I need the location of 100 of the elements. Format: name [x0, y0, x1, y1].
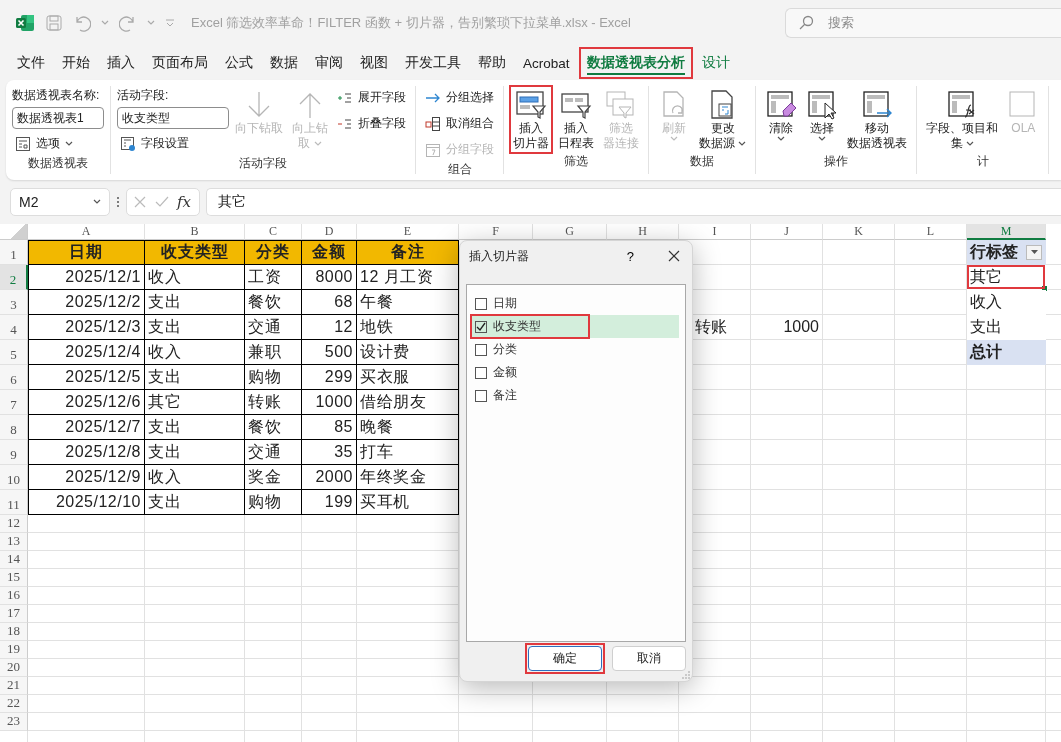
- column-header[interactable]: G: [533, 224, 607, 240]
- close-button[interactable]: [666, 248, 682, 264]
- header-cell: 收支类型: [145, 240, 245, 265]
- field-list-item[interactable]: 金额: [471, 361, 679, 384]
- table-cell: 支出: [145, 365, 245, 390]
- menu-tab[interactable]: Acrobat: [516, 51, 577, 75]
- column-header[interactable]: E: [357, 224, 459, 240]
- ribbon-button[interactable]: 分组选择: [422, 86, 497, 109]
- row-header[interactable]: 18: [0, 623, 28, 641]
- menu-tab[interactable]: 帮助: [471, 50, 513, 76]
- insert-function-button[interactable]: fx: [177, 193, 191, 211]
- chevron-down-icon: [670, 136, 678, 142]
- table-cell: 晚餐: [357, 415, 459, 440]
- ribbon-button[interactable]: 移动 数据透视表: [844, 86, 911, 153]
- column-header[interactable]: L: [895, 224, 967, 240]
- menu-tab[interactable]: 插入: [100, 50, 142, 76]
- dialog-button[interactable]: 确定: [528, 646, 602, 671]
- menu-tab[interactable]: 视图: [353, 50, 395, 76]
- row-header[interactable]: 12: [0, 515, 28, 533]
- menu-tab[interactable]: 开始: [55, 50, 97, 76]
- row-header[interactable]: 17: [0, 605, 28, 623]
- row-header[interactable]: 8: [0, 415, 28, 440]
- field-list-item[interactable]: 备注: [471, 384, 679, 407]
- checkbox[interactable]: [475, 389, 487, 402]
- help-button[interactable]: ?: [620, 248, 640, 264]
- ribbon-button[interactable]: 展开字段: [334, 86, 409, 109]
- column-header[interactable]: I: [679, 224, 751, 240]
- row-header[interactable]: 1: [0, 240, 28, 265]
- dialog-button[interactable]: 取消: [612, 646, 686, 671]
- row-header[interactable]: 5: [0, 340, 28, 365]
- row-header[interactable]: 3: [0, 290, 28, 315]
- ribbon-button[interactable]: 选项: [12, 132, 104, 155]
- field-list-item[interactable]: 收支类型: [471, 315, 679, 338]
- ribbon-button[interactable]: 插入 切片器: [510, 86, 552, 153]
- column-header[interactable]: B: [145, 224, 245, 240]
- menu-tab[interactable]: 页面布局: [145, 50, 215, 76]
- ribbon-button[interactable]: 选择: [803, 86, 842, 144]
- row-header[interactable]: 7: [0, 390, 28, 415]
- column-header[interactable]: D: [302, 224, 357, 240]
- ribbon-button[interactable]: 字段设置: [117, 132, 229, 155]
- table-cell: 1000: [302, 390, 357, 415]
- ribbon-button[interactable]: 插入 日程表: [555, 86, 597, 153]
- row-header[interactable]: 14: [0, 551, 28, 569]
- ribbon-button[interactable]: 取消组合: [422, 112, 497, 135]
- column-header[interactable]: J: [751, 224, 823, 240]
- checkbox[interactable]: [475, 297, 487, 310]
- ribbon-button[interactable]: 清除: [762, 86, 801, 144]
- filter-dropdown-button[interactable]: [1026, 244, 1042, 260]
- row-header[interactable]: 22: [0, 695, 28, 713]
- table-cell: 2025/12/7: [28, 415, 145, 440]
- table-cell: 买衣服: [357, 365, 459, 390]
- table-cursor-icon: [806, 89, 839, 121]
- ribbon-button[interactable]: 更改 数据源: [696, 86, 750, 153]
- column-header[interactable]: M: [967, 224, 1046, 240]
- field-list-item[interactable]: 日期: [471, 292, 679, 315]
- formula-field[interactable]: 其它: [206, 188, 1061, 216]
- checkbox[interactable]: [475, 343, 487, 356]
- chevron-down-icon: [93, 199, 101, 205]
- pivot-cell[interactable]: 其它: [967, 265, 1046, 290]
- pivot-cell[interactable]: 支出: [967, 315, 1046, 340]
- checkbox[interactable]: [475, 366, 487, 379]
- group-label: 数据: [689, 153, 716, 170]
- text-field[interactable]: 收支类型: [117, 107, 229, 129]
- search-icon: [798, 15, 814, 31]
- column-header[interactable]: H: [607, 224, 679, 240]
- row-header[interactable]: 19: [0, 641, 28, 659]
- menu-tab[interactable]: 数据: [263, 50, 305, 76]
- ribbon-button[interactable]: 字段、项目和 集: [923, 86, 1002, 153]
- column-header[interactable]: F: [459, 224, 533, 240]
- field-list-item[interactable]: 分类: [471, 338, 679, 361]
- table-cell: 年终奖金: [357, 465, 459, 490]
- row-header[interactable]: 2: [0, 265, 28, 290]
- row-header[interactable]: 9: [0, 440, 28, 465]
- table-cell: 餐饮: [245, 290, 302, 315]
- checkbox[interactable]: [475, 320, 487, 333]
- row-header[interactable]: 23: [0, 713, 28, 731]
- row-header[interactable]: 21: [0, 677, 28, 695]
- menu-tab[interactable]: 设计: [694, 50, 737, 76]
- menu-tab[interactable]: 公式: [218, 50, 260, 76]
- menu-tab[interactable]: 开发工具: [398, 50, 468, 76]
- row-header[interactable]: 4: [0, 315, 28, 340]
- row-header[interactable]: 20: [0, 659, 28, 677]
- menu-tab[interactable]: 文件: [10, 50, 52, 76]
- row-header[interactable]: 11: [0, 490, 28, 515]
- menu-tab[interactable]: 数据透视表分析: [579, 50, 692, 76]
- chevron-down-icon: [147, 20, 155, 26]
- text-field[interactable]: 数据透视表1: [12, 107, 104, 129]
- pivot-cell[interactable]: 收入: [967, 290, 1046, 315]
- menu-tab[interactable]: 审阅: [308, 50, 350, 76]
- row-header[interactable]: 15: [0, 569, 28, 587]
- row-header[interactable]: 6: [0, 365, 28, 390]
- row-header[interactable]: 16: [0, 587, 28, 605]
- column-header[interactable]: C: [245, 224, 302, 240]
- column-header[interactable]: A: [28, 224, 145, 240]
- ribbon-button[interactable]: 折叠字段: [334, 112, 409, 135]
- column-header[interactable]: K: [823, 224, 895, 240]
- row-header[interactable]: 10: [0, 465, 28, 490]
- name-box[interactable]: M2: [10, 188, 110, 216]
- row-header[interactable]: 13: [0, 533, 28, 551]
- resize-grip-icon[interactable]: [682, 671, 690, 679]
